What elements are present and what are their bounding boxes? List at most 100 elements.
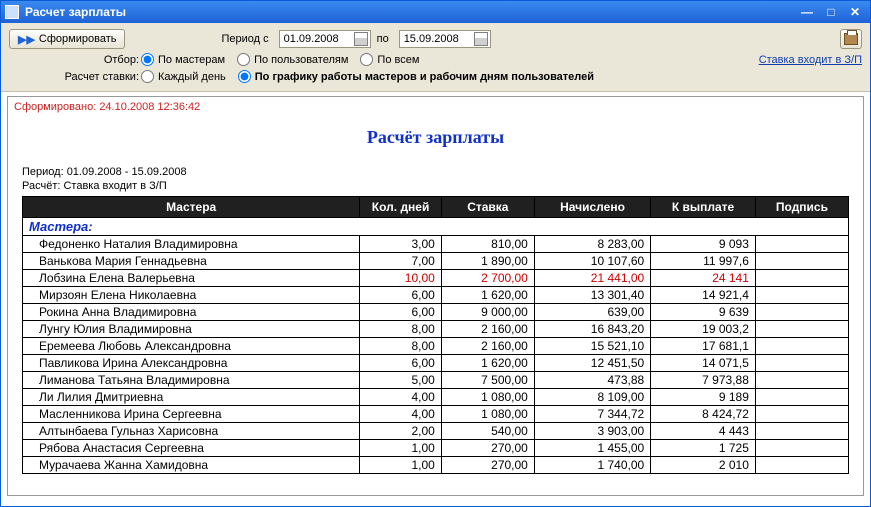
cell-rate: 1 620,00 [441, 355, 534, 372]
formed-at: Сформировано: 24.10.2008 12:36:42 [8, 97, 863, 113]
table-row[interactable]: Мурачаева Жанна Хамидовна1,00270,001 740… [23, 457, 849, 474]
table-row[interactable]: Еремеева Любовь Александровна8,002 160,0… [23, 338, 849, 355]
col-days: Кол. дней [360, 197, 441, 218]
cell-payable: 24 141 [651, 270, 756, 287]
period-from-field[interactable] [279, 30, 371, 48]
cell-accrued: 12 451,50 [534, 355, 650, 372]
cell-payable: 9 639 [651, 304, 756, 321]
table-row[interactable]: Лиманова Татьяна Владимировна5,007 500,0… [23, 372, 849, 389]
cell-sign [755, 287, 848, 304]
period-to-label: по [377, 33, 389, 45]
form-button-label: Сформировать [39, 33, 117, 45]
cell-days: 5,00 [360, 372, 441, 389]
cell-accrued: 1 455,00 [534, 440, 650, 457]
report-area[interactable]: Сформировано: 24.10.2008 12:36:42 Расчёт… [7, 96, 864, 496]
cell-sign [755, 253, 848, 270]
col-payable: К выплате [651, 197, 756, 218]
cell-sign [755, 304, 848, 321]
cell-rate: 540,00 [441, 423, 534, 440]
table-row[interactable]: Рокина Анна Владимировна6,009 000,00639,… [23, 304, 849, 321]
cell-accrued: 473,88 [534, 372, 650, 389]
cell-name: Масленникова Ирина Сергеевна [23, 406, 360, 423]
cell-sign [755, 270, 848, 287]
table-row[interactable]: Ли Лилия Дмитриевна4,001 080,008 109,009… [23, 389, 849, 406]
cell-days: 4,00 [360, 389, 441, 406]
cell-name: Павликова Ирина Александровна [23, 355, 360, 372]
cell-name: Ли Лилия Дмитриевна [23, 389, 360, 406]
table-row[interactable]: Рябова Анастасия Сергеевна1,00270,001 45… [23, 440, 849, 457]
col-sign: Подпись [755, 197, 848, 218]
cell-accrued: 16 843,20 [534, 321, 650, 338]
cell-name: Мирзоян Елена Николаевна [23, 287, 360, 304]
table-row[interactable]: Ванькова Мария Геннадьевна7,001 890,0010… [23, 253, 849, 270]
cell-days: 6,00 [360, 287, 441, 304]
cell-payable: 14 071,5 [651, 355, 756, 372]
table-header-row: Мастера Кол. дней Ставка Начислено К вып… [23, 197, 849, 218]
report-title: Расчёт зарплаты [22, 127, 849, 148]
table-row[interactable]: Мирзоян Елена Николаевна6,001 620,0013 3… [23, 287, 849, 304]
table-row[interactable]: Алтынбаева Гульназ Харисовна2,00540,003 … [23, 423, 849, 440]
calc-daily-radio[interactable]: Каждый день [141, 70, 226, 83]
cell-payable: 14 921,4 [651, 287, 756, 304]
cell-rate: 1 080,00 [441, 389, 534, 406]
cell-payable: 2 010 [651, 457, 756, 474]
cell-payable: 7 973,88 [651, 372, 756, 389]
form-button[interactable]: ▶▶ Сформировать [9, 29, 125, 49]
minimize-button[interactable]: — [796, 4, 818, 20]
cell-days: 6,00 [360, 304, 441, 321]
cell-sign [755, 457, 848, 474]
report-period: Период: 01.09.2008 - 15.09.2008 [22, 166, 849, 178]
filter-all-label: По всем [377, 54, 419, 66]
table-row[interactable]: Павликова Ирина Александровна6,001 620,0… [23, 355, 849, 372]
cell-sign [755, 389, 848, 406]
rate-in-zp-link[interactable]: Ставка входит в З/П [759, 54, 862, 66]
cell-rate: 1 620,00 [441, 287, 534, 304]
cell-accrued: 7 344,72 [534, 406, 650, 423]
cell-accrued: 8 283,00 [534, 236, 650, 253]
cell-sign [755, 440, 848, 457]
play-icon: ▶▶ [18, 33, 35, 46]
filter-users-radio[interactable]: По пользователям [237, 53, 348, 66]
calendar-icon[interactable] [354, 32, 368, 46]
cell-name: Лиманова Татьяна Владимировна [23, 372, 360, 389]
print-button[interactable] [840, 29, 862, 49]
table-row[interactable]: Федоненко Наталия Владимировна3,00810,00… [23, 236, 849, 253]
cell-sign [755, 321, 848, 338]
calendar-icon[interactable] [474, 32, 488, 46]
table-row[interactable]: Масленникова Ирина Сергеевна4,001 080,00… [23, 406, 849, 423]
calc-schedule-radio[interactable]: По графику работы мастеров и рабочим дня… [238, 70, 594, 83]
cell-sign [755, 236, 848, 253]
table-row[interactable]: Лобзина Елена Валерьевна10,002 700,0021 … [23, 270, 849, 287]
cell-accrued: 21 441,00 [534, 270, 650, 287]
cell-sign [755, 338, 848, 355]
cell-rate: 1 890,00 [441, 253, 534, 270]
maximize-button[interactable]: □ [820, 4, 842, 20]
period-to-input[interactable] [404, 33, 472, 45]
col-rate: Ставка [441, 197, 534, 218]
cell-accrued: 8 109,00 [534, 389, 650, 406]
cell-payable: 9 189 [651, 389, 756, 406]
filter-all-radio[interactable]: По всем [360, 53, 419, 66]
cell-name: Еремеева Любовь Александровна [23, 338, 360, 355]
filter-label: Отбор: [9, 54, 139, 66]
cell-name: Мурачаева Жанна Хамидовна [23, 457, 360, 474]
cell-rate: 7 500,00 [441, 372, 534, 389]
cell-accrued: 639,00 [534, 304, 650, 321]
filter-masters-radio[interactable]: По мастерам [141, 53, 225, 66]
cell-days: 7,00 [360, 253, 441, 270]
close-button[interactable]: ✕ [844, 4, 866, 20]
period-to-field[interactable] [399, 30, 491, 48]
cell-days: 10,00 [360, 270, 441, 287]
cell-payable: 8 424,72 [651, 406, 756, 423]
cell-rate: 1 080,00 [441, 406, 534, 423]
cell-name: Лобзина Елена Валерьевна [23, 270, 360, 287]
cell-accrued: 10 107,60 [534, 253, 650, 270]
cell-rate: 810,00 [441, 236, 534, 253]
cell-days: 4,00 [360, 406, 441, 423]
period-from-input[interactable] [284, 33, 352, 45]
table-row[interactable]: Лунгу Юлия Владимировна8,002 160,0016 84… [23, 321, 849, 338]
toolbar: ▶▶ Сформировать Период с по Отбор: По ма… [1, 23, 870, 92]
filter-masters-label: По мастерам [158, 54, 225, 66]
cell-name: Рокина Анна Владимировна [23, 304, 360, 321]
window-titlebar: Расчет зарплаты — □ ✕ [1, 1, 870, 23]
